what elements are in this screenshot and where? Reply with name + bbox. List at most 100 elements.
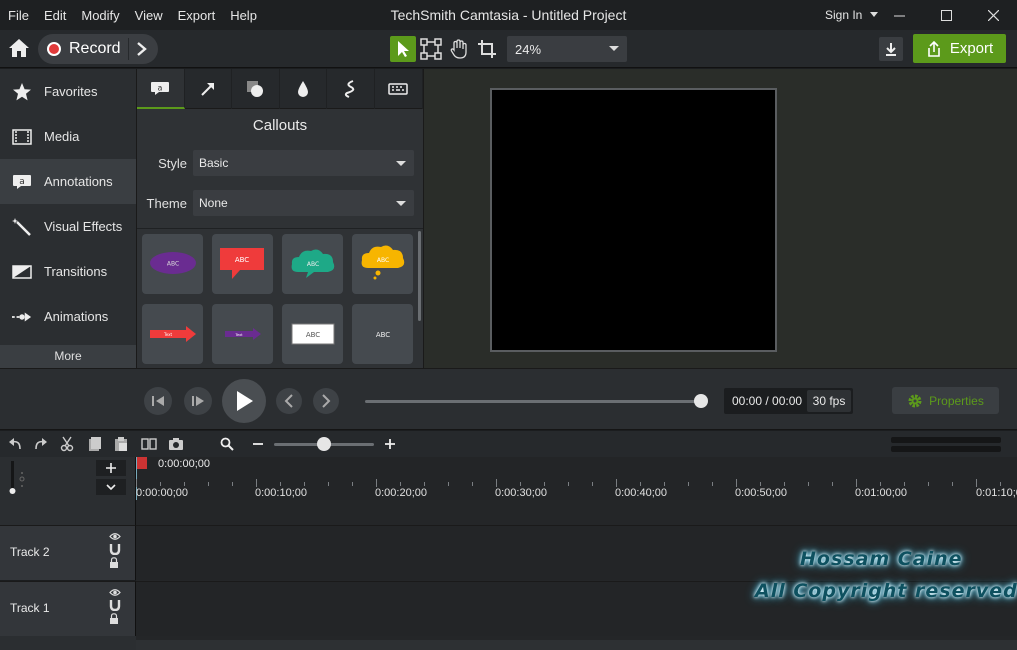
sidebar-item-visual-effects[interactable]: Visual Effects xyxy=(0,204,136,249)
main-toolbar: Record 24% Export xyxy=(0,30,1017,68)
ruler-tick xyxy=(448,482,449,486)
style-dropdown[interactable]: Basic xyxy=(193,150,414,176)
menu-view[interactable]: View xyxy=(135,8,163,23)
timeline-scrollbar[interactable] xyxy=(136,640,1017,650)
sign-in-button[interactable]: Sign In xyxy=(825,8,879,22)
ruler-tick xyxy=(208,482,209,486)
plus-icon xyxy=(385,439,395,449)
chevron-down-icon xyxy=(106,483,116,490)
timeline-zoom-handle[interactable] xyxy=(317,437,331,451)
callout-thumb[interactable]: Text xyxy=(212,304,273,364)
callout-thumb[interactable]: ABC xyxy=(142,234,203,294)
sidebar-item-favorites[interactable]: Favorites xyxy=(0,69,136,114)
paste-button[interactable] xyxy=(112,435,130,453)
callout-thumb[interactable]: ABC xyxy=(212,234,273,294)
menu-modify[interactable]: Modify xyxy=(81,8,119,23)
callout-grid: ABC ABC ABC ABC Text Text ABC ABC xyxy=(141,233,415,368)
magnet-icon[interactable] xyxy=(109,599,121,611)
ruler-tick xyxy=(688,482,689,486)
record-button[interactable]: Record xyxy=(38,34,158,64)
track-options-button[interactable] xyxy=(96,479,126,495)
step-forward-icon xyxy=(192,396,204,406)
callout-text: Text xyxy=(162,332,172,337)
callout-thumb[interactable]: ABC xyxy=(282,234,343,294)
track-header-2[interactable]: Track 2 xyxy=(0,525,136,580)
step-forward-button[interactable] xyxy=(184,387,212,415)
cut-button[interactable] xyxy=(58,435,76,453)
tab-sketch-motion[interactable] xyxy=(327,69,375,109)
menu-edit[interactable]: Edit xyxy=(44,8,66,23)
style-row: Style Basic xyxy=(137,147,423,179)
close-button[interactable] xyxy=(970,0,1016,30)
sidebar-item-annotations[interactable]: a Annotations xyxy=(0,159,136,204)
tab-callouts[interactable]: a xyxy=(137,69,185,109)
maximize-button[interactable] xyxy=(923,0,969,30)
tab-shapes[interactable] xyxy=(232,69,280,109)
scrubber-handle[interactable] xyxy=(694,394,708,408)
download-button[interactable] xyxy=(879,37,903,61)
pointer-tool[interactable] xyxy=(390,36,416,62)
redo-button[interactable] xyxy=(32,435,50,453)
properties-button[interactable]: Properties xyxy=(892,387,999,414)
sidebar-item-transitions[interactable]: Transitions xyxy=(0,249,136,294)
menu-help[interactable]: Help xyxy=(230,8,257,23)
magnet-icon[interactable] xyxy=(109,543,121,555)
callout-thumb[interactable]: ABC xyxy=(352,234,413,294)
style-value: Basic xyxy=(199,156,229,170)
callout-thumb[interactable]: ABC xyxy=(352,304,413,364)
minimize-button[interactable] xyxy=(876,0,922,30)
previous-marker-button[interactable] xyxy=(276,388,302,414)
lock-icon[interactable] xyxy=(109,557,119,568)
tab-arrows-lines[interactable] xyxy=(185,69,233,109)
panel-scrollbar[interactable] xyxy=(418,231,421,321)
lock-icon[interactable] xyxy=(109,613,119,624)
more-button[interactable]: More xyxy=(0,345,136,368)
sidebar-item-media[interactable]: Media xyxy=(0,114,136,159)
play-button[interactable] xyxy=(222,379,266,423)
sidebar-item-animations[interactable]: Animations xyxy=(0,294,136,339)
fps-readout: 30 fps xyxy=(807,390,851,412)
split-button[interactable] xyxy=(140,435,158,453)
menu-export[interactable]: Export xyxy=(178,8,216,23)
menu-file[interactable]: File xyxy=(8,8,29,23)
zoom-in-button[interactable] xyxy=(381,435,399,453)
ruler-tick xyxy=(856,479,857,487)
snapshot-button[interactable] xyxy=(167,435,185,453)
export-icon xyxy=(928,40,940,57)
zoom-select[interactable]: 24% xyxy=(507,36,627,62)
crop-selection-tool[interactable] xyxy=(418,36,444,62)
pan-tool[interactable] xyxy=(446,36,472,62)
panel-title: Callouts xyxy=(252,117,308,134)
home-button[interactable] xyxy=(8,38,30,58)
sidebar-item-label: Animations xyxy=(44,309,109,324)
preview-canvas[interactable] xyxy=(490,88,777,352)
eye-icon[interactable] xyxy=(109,532,121,541)
callout-thumb[interactable]: ABC xyxy=(282,304,343,364)
sidebar-item-label: Transitions xyxy=(44,264,108,279)
eye-icon[interactable] xyxy=(109,588,121,597)
track-header-1[interactable]: Track 1 xyxy=(0,581,136,636)
tab-blur-highlight[interactable] xyxy=(280,69,328,109)
ruler-tick xyxy=(496,479,497,487)
timeline-ruler[interactable]: 0:00:00;00 0:00:00;00 0:00:10;00 0:00:20… xyxy=(136,457,1017,500)
ruler-tick xyxy=(376,479,377,487)
chevron-left-icon xyxy=(284,394,293,408)
next-marker-button[interactable] xyxy=(313,388,339,414)
crop-tool[interactable] xyxy=(474,36,500,62)
watermark-line-1: Hossam Caine xyxy=(800,548,963,570)
track-height-slider[interactable] xyxy=(8,461,28,497)
zoom-fit-button[interactable] xyxy=(218,435,236,453)
zoom-out-button[interactable] xyxy=(249,435,267,453)
tab-keystroke[interactable] xyxy=(375,69,423,109)
chevron-right-icon[interactable] xyxy=(136,41,148,57)
scrubber-track[interactable] xyxy=(365,400,703,403)
undo-button[interactable] xyxy=(6,435,24,453)
add-track-button[interactable] xyxy=(96,460,126,476)
time-display: 00:00 / 00:00 30 fps xyxy=(724,388,853,414)
home-icon xyxy=(9,39,29,57)
callout-thumb[interactable]: Text xyxy=(142,304,203,364)
step-back-button[interactable] xyxy=(144,387,172,415)
copy-button[interactable] xyxy=(86,435,104,453)
export-button[interactable]: Export xyxy=(913,34,1006,63)
theme-dropdown[interactable]: None xyxy=(193,190,414,216)
